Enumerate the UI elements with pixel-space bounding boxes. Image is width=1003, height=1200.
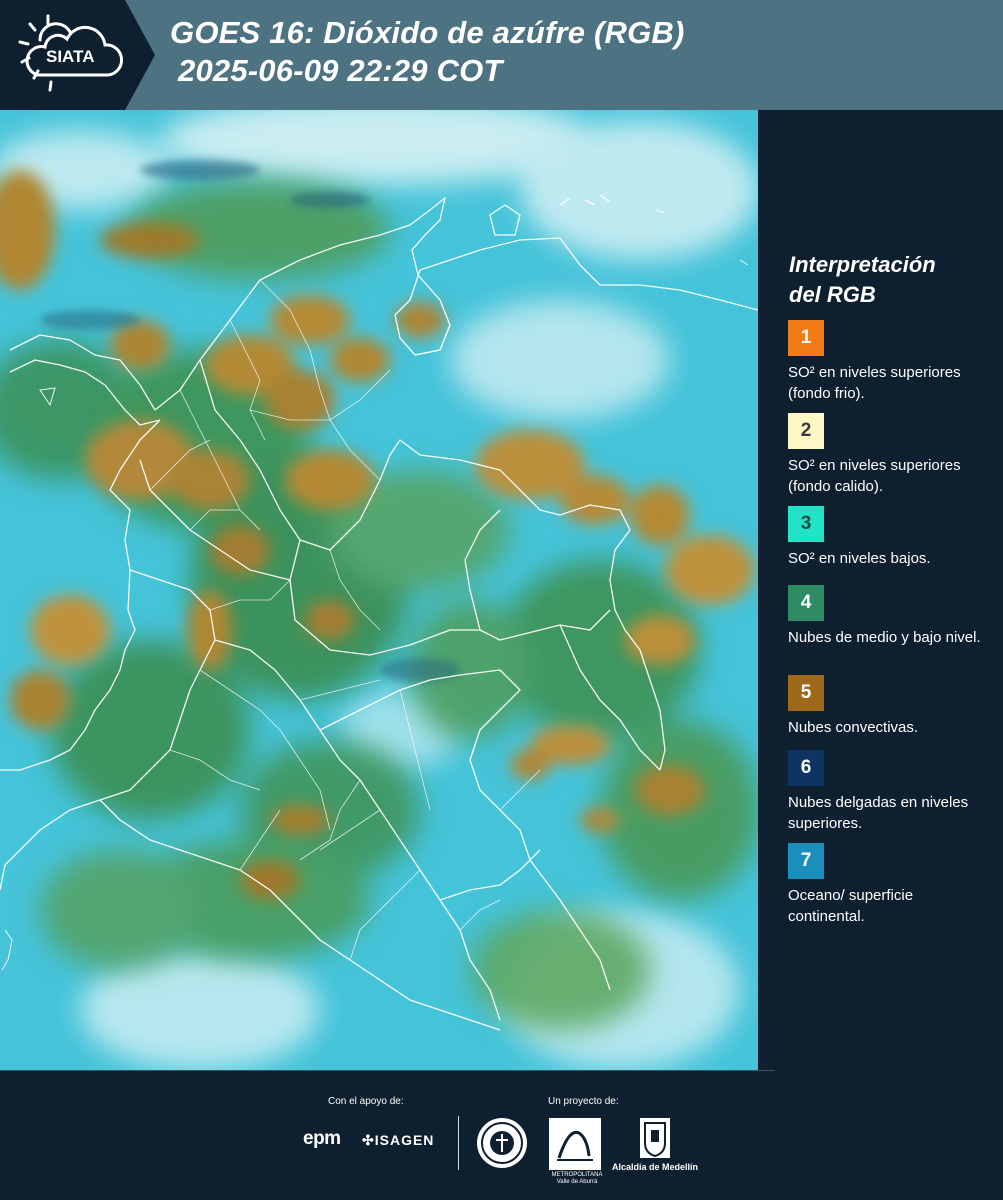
legend-label: Nubes delgadas en niveles superiores. bbox=[788, 794, 969, 832]
isagen-logo-icon: ✣ bbox=[362, 1132, 375, 1148]
support-label: Con el apoyo de: bbox=[328, 1096, 404, 1107]
legend-title-line2: del RGB bbox=[789, 282, 876, 307]
page-title: GOES 16: Dióxido de azúfre (RGB) 2025-06… bbox=[170, 14, 685, 90]
legend-label: SO² en niveles bajos. bbox=[788, 550, 931, 567]
title-product: GOES 16: Dióxido de azúfre (RGB) bbox=[170, 15, 685, 50]
legend-swatch: 4 bbox=[788, 585, 824, 621]
medellin-seal-logo bbox=[477, 1118, 527, 1168]
legend-swatch: 2 bbox=[788, 413, 824, 449]
isagen-logo-text: ISAGEN bbox=[374, 1132, 435, 1148]
legend-panel: Interpretación del RGB 1 SO² en niveles s… bbox=[760, 110, 1003, 1070]
siata-logo-text: SIATA bbox=[46, 47, 94, 66]
legend-swatch: 7 bbox=[788, 843, 824, 879]
legend-item-5: 5 Nubes convectivas. bbox=[788, 675, 993, 738]
legend-item-3: 3 SO² en niveles bajos. bbox=[788, 506, 993, 569]
siata-logo[interactable]: SIATA bbox=[0, 0, 155, 110]
rgb-satellite-image bbox=[0, 110, 758, 1070]
title-timestamp: 2025-06-09 22:29 COT bbox=[178, 53, 503, 88]
project-label: Un proyecto de: bbox=[548, 1096, 619, 1107]
epm-logo: epm bbox=[303, 1128, 341, 1149]
legend-item-1: 1 SO² en niveles superiores (fondo frio). bbox=[788, 320, 993, 404]
legend-label: SO² en niveles superiores (fondo calido)… bbox=[788, 457, 961, 495]
legend-label: Oceano/ superficie continental. bbox=[788, 887, 914, 925]
legend-swatch: 1 bbox=[788, 320, 824, 356]
legend-item-6: 6 Nubes delgadas en niveles superiores. bbox=[788, 750, 993, 834]
logo-divider bbox=[458, 1116, 459, 1170]
legend-swatch: 6 bbox=[788, 750, 824, 786]
header-bar: SIATA GOES 16: Dióxido de azúfre (RGB) 2… bbox=[0, 0, 1003, 110]
legend-title-line1: Interpretación bbox=[789, 252, 936, 277]
area-metropolitana-logo bbox=[549, 1118, 601, 1170]
footer-divider-line bbox=[0, 1070, 775, 1071]
legend-title: Interpretación del RGB bbox=[789, 250, 936, 310]
alcaldia-shield-icon bbox=[640, 1118, 670, 1158]
legend-swatch: 3 bbox=[788, 506, 824, 542]
alcaldia-label: Alcaldía de Medellín bbox=[612, 1162, 699, 1172]
footer: Con el apoyo de: Un proyecto de: epm ✣IS… bbox=[0, 1070, 1003, 1200]
legend-swatch: 5 bbox=[788, 675, 824, 711]
legend-item-4: 4 Nubes de medio y bajo nivel. bbox=[788, 585, 993, 648]
isagen-logo: ✣ISAGEN bbox=[362, 1132, 434, 1149]
legend-item-7: 7 Oceano/ superficie continental. bbox=[788, 843, 993, 927]
legend-item-2: 2 SO² en niveles superiores (fondo calido… bbox=[788, 413, 993, 497]
satellite-map[interactable] bbox=[0, 110, 758, 1070]
legend-label: Nubes convectivas. bbox=[788, 719, 919, 736]
legend-label: SO² en niveles superiores (fondo frio). bbox=[788, 364, 961, 402]
legend-label: Nubes de medio y bajo nivel. bbox=[788, 629, 981, 646]
area-metropolitana-label: METROPOLITANA Valle de Aburrá bbox=[551, 1172, 603, 1185]
